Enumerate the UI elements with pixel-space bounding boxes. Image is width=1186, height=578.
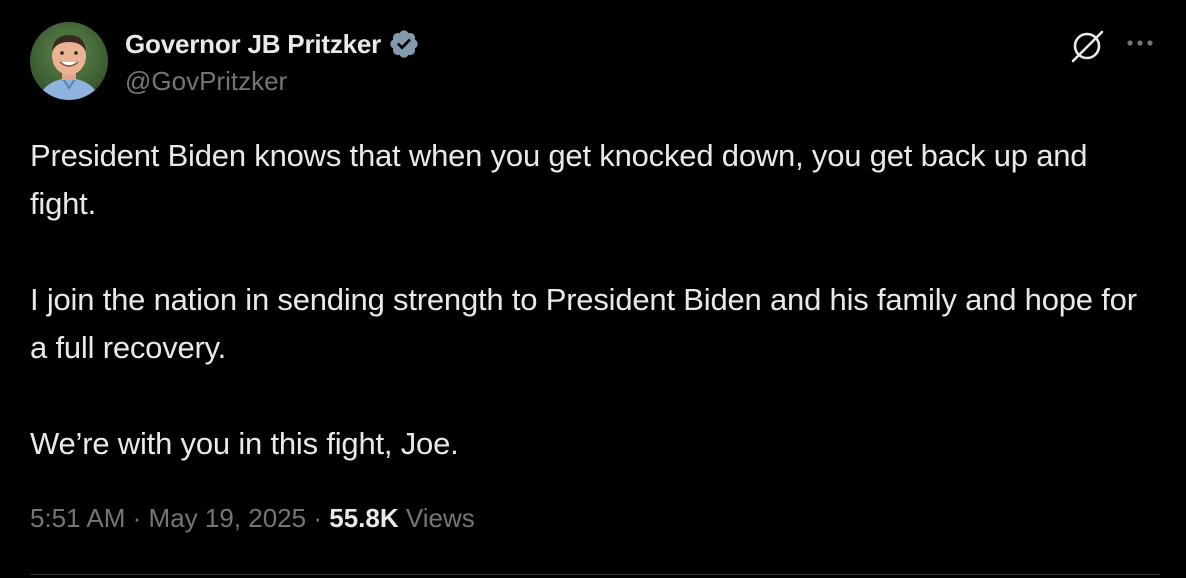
more-options-icon[interactable] <box>1122 28 1162 58</box>
tweet-time[interactable]: 5:51 AM <box>30 503 125 533</box>
tweet-paragraph: President Biden knows that when you get … <box>30 138 1096 221</box>
avatar[interactable] <box>30 22 108 100</box>
divider <box>30 574 1160 575</box>
verified-badge-icon[interactable] <box>388 28 420 60</box>
display-name[interactable]: Governor JB Pritzker <box>125 29 381 60</box>
meta-separator: · <box>313 503 323 533</box>
tweet-card: Governor JB Pritzker @GovPritzker Presid… <box>0 0 1186 578</box>
meta-separator: · <box>132 503 142 533</box>
author-name-row: Governor JB Pritzker <box>125 26 420 62</box>
views-label: Views <box>405 503 475 533</box>
tweet-paragraph: I join the nation in sending strength to… <box>30 282 1146 365</box>
author-handle[interactable]: @GovPritzker <box>125 66 287 97</box>
views-count[interactable]: 55.8K <box>329 503 398 533</box>
tweet-meta: 5:51 AM · May 19, 2025 · 55.8K Views <box>30 503 475 534</box>
tweet-paragraph: We’re with you in this fight, Joe. <box>30 426 459 461</box>
tweet-date[interactable]: May 19, 2025 <box>149 503 307 533</box>
tweet-text: President Biden knows that when you get … <box>30 132 1160 468</box>
grok-icon[interactable] <box>1068 26 1108 66</box>
